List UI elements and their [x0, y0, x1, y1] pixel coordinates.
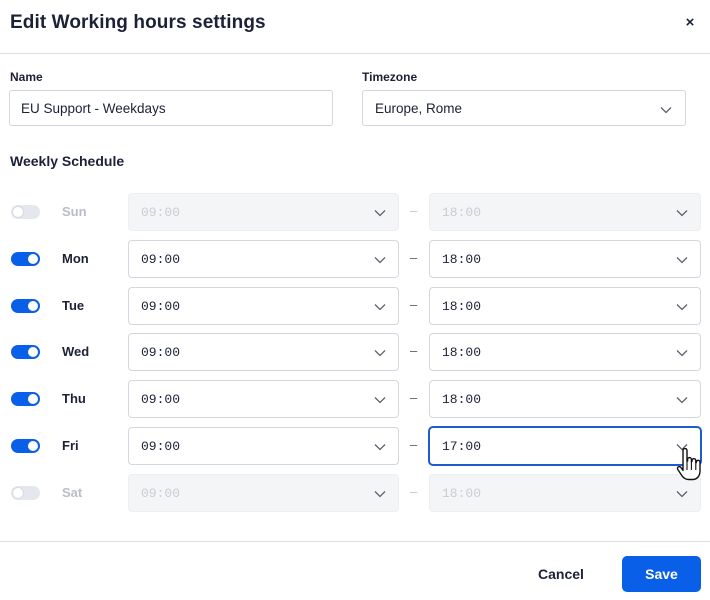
schedule-row-sun: Sun 09:00 – 18:00	[0, 193, 710, 231]
time-separator: –	[410, 343, 418, 358]
start-time-select-sun: 09:00	[128, 193, 399, 231]
schedule-row-sat: Sat 09:00 – 18:00	[0, 474, 710, 512]
time-separator: –	[410, 484, 418, 499]
schedule-row-mon: Mon 09:00 – 18:00	[0, 240, 710, 278]
toggle-knob	[28, 301, 38, 311]
start-time-select-thu[interactable]: 09:00	[128, 380, 399, 418]
toggle-mon[interactable]	[11, 252, 40, 266]
start-time-select-sat: 09:00	[128, 474, 399, 512]
close-icon[interactable]: ×	[681, 14, 699, 32]
start-time-value: 09:00	[141, 392, 181, 407]
chevron-down-icon	[676, 350, 688, 357]
save-button[interactable]: Save	[622, 556, 701, 592]
toggle-fri[interactable]	[11, 439, 40, 453]
chevron-down-icon	[374, 397, 386, 404]
toggle-knob	[28, 394, 38, 404]
schedule-row-fri: Fri 09:00 – 17:00	[0, 427, 710, 465]
start-time-select-mon[interactable]: 09:00	[128, 240, 399, 278]
end-time-select-sun: 18:00	[429, 193, 701, 231]
start-time-value: 09:00	[141, 439, 181, 454]
dialog-header: Edit Working hours settings ×	[0, 0, 710, 54]
end-time-value: 18:00	[442, 252, 482, 267]
end-time-value: 18:00	[442, 392, 482, 407]
start-time-value: 09:00	[141, 205, 181, 220]
start-time-select-tue[interactable]: 09:00	[128, 287, 399, 325]
weekly-schedule-title: Weekly Schedule	[10, 153, 125, 169]
toggle-sun[interactable]	[11, 205, 40, 219]
day-label-wed: Wed	[62, 344, 90, 359]
toggle-thu[interactable]	[11, 392, 40, 406]
dialog-title: Edit Working hours settings	[10, 12, 266, 33]
time-separator: –	[410, 297, 418, 312]
day-label-sat: Sat	[62, 485, 83, 500]
chevron-down-icon	[374, 304, 386, 311]
timezone-label: Timezone	[362, 70, 418, 84]
footer-divider	[0, 541, 710, 542]
day-label-sun: Sun	[62, 204, 87, 219]
start-time-value: 09:00	[141, 486, 181, 501]
end-time-select-mon[interactable]: 18:00	[429, 240, 701, 278]
timezone-select[interactable]: Europe, Rome	[362, 90, 686, 126]
toggle-knob	[28, 347, 38, 357]
day-label-thu: Thu	[62, 391, 86, 406]
end-time-select-thu[interactable]: 18:00	[429, 380, 701, 418]
chevron-down-icon	[676, 491, 688, 498]
toggle-sat[interactable]	[11, 486, 40, 500]
toggle-knob	[13, 488, 23, 498]
chevron-down-icon	[676, 304, 688, 311]
start-time-value: 09:00	[141, 252, 181, 267]
end-time-value: 17:00	[442, 439, 482, 454]
schedule-row-tue: Tue 09:00 – 18:00	[0, 287, 710, 325]
day-label-tue: Tue	[62, 298, 85, 313]
chevron-down-icon	[676, 257, 688, 264]
name-input[interactable]	[9, 90, 333, 126]
toggle-knob	[28, 254, 38, 264]
chevron-down-icon	[374, 444, 386, 451]
schedule-row-thu: Thu 09:00 – 18:00	[0, 380, 710, 418]
time-separator: –	[410, 203, 418, 218]
chevron-down-icon	[374, 350, 386, 357]
time-separator: –	[410, 390, 418, 405]
chevron-down-icon	[374, 257, 386, 264]
chevron-down-icon	[374, 491, 386, 498]
toggle-wed[interactable]	[11, 345, 40, 359]
time-separator: –	[410, 437, 418, 452]
chevron-down-icon	[676, 210, 688, 217]
end-time-value: 18:00	[442, 345, 482, 360]
day-label-fri: Fri	[62, 438, 79, 453]
chevron-down-icon	[676, 397, 688, 404]
end-time-value: 18:00	[442, 486, 482, 501]
timezone-value: Europe, Rome	[375, 101, 463, 116]
start-time-select-fri[interactable]: 09:00	[128, 427, 399, 465]
start-time-value: 09:00	[141, 345, 181, 360]
end-time-value: 18:00	[442, 299, 482, 314]
toggle-knob	[28, 441, 38, 451]
end-time-select-fri[interactable]: 17:00	[429, 427, 701, 465]
end-time-select-wed[interactable]: 18:00	[429, 333, 701, 371]
name-label: Name	[10, 70, 43, 84]
start-time-value: 09:00	[141, 299, 181, 314]
chevron-down-icon	[374, 210, 386, 217]
start-time-select-wed[interactable]: 09:00	[128, 333, 399, 371]
toggle-tue[interactable]	[11, 299, 40, 313]
time-separator: –	[410, 250, 418, 265]
schedule-row-wed: Wed 09:00 – 18:00	[0, 333, 710, 371]
end-time-value: 18:00	[442, 205, 482, 220]
toggle-knob	[13, 207, 23, 217]
day-label-mon: Mon	[62, 251, 89, 266]
end-time-select-sat: 18:00	[429, 474, 701, 512]
cancel-button[interactable]: Cancel	[520, 557, 602, 591]
end-time-select-tue[interactable]: 18:00	[429, 287, 701, 325]
chevron-down-icon	[676, 444, 688, 451]
chevron-down-icon	[660, 107, 672, 114]
